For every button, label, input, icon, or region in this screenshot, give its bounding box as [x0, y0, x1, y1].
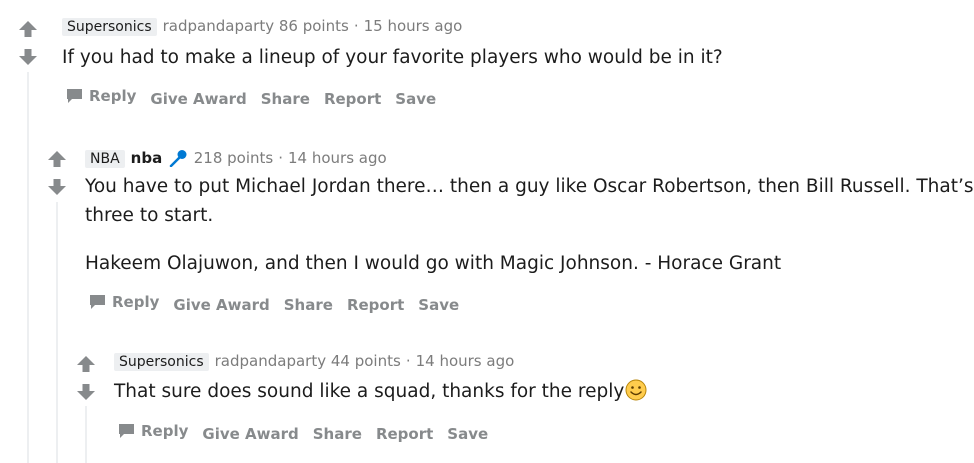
thread-line-level-3[interactable] [85, 406, 87, 463]
give-award-button[interactable]: Give Award [202, 425, 298, 443]
reply-label: Reply [89, 87, 137, 105]
save-button[interactable]: Save [418, 296, 459, 314]
meta-separator: · [405, 352, 411, 370]
comment-meta: Supersonics radpandaparty 44 points · 14 ho… [114, 352, 514, 371]
save-button[interactable]: Save [447, 425, 488, 443]
microphone-icon [169, 150, 187, 168]
timestamp[interactable]: 14 hours ago [288, 149, 387, 167]
author-link[interactable]: nba [131, 149, 163, 167]
report-button[interactable]: Report [324, 90, 381, 108]
user-flair[interactable]: NBA [85, 150, 125, 168]
comment-actions: Reply Give Award Share Report Save [118, 422, 502, 443]
reply-label: Reply [112, 293, 160, 311]
upvote-arrow-icon[interactable] [76, 355, 96, 373]
points-count: 44 points [330, 352, 401, 370]
reply-button[interactable]: Reply [118, 422, 188, 440]
thread-line-level-1[interactable] [27, 72, 29, 463]
upvote-arrow-icon[interactable] [47, 150, 67, 168]
comment-bubble-icon [90, 295, 105, 309]
report-button[interactable]: Report [376, 425, 433, 443]
comment-bubble-icon [67, 89, 82, 103]
share-button[interactable]: Share [313, 425, 362, 443]
downvote-arrow-icon[interactable] [47, 178, 67, 196]
share-button[interactable]: Share [261, 90, 310, 108]
author-link[interactable]: radpandaparty [163, 17, 274, 35]
points-count: 218 points [193, 149, 274, 167]
save-button[interactable]: Save [395, 90, 436, 108]
comment-bubble-icon [119, 424, 134, 438]
meta-separator: · [278, 149, 284, 167]
comment-meta: NBA nba 218 points · 14 hours ago [85, 147, 387, 168]
comment-body-line: three to start. [85, 205, 214, 226]
comment-body: That sure does sound like a squad, thank… [114, 377, 647, 406]
comment-actions: Reply Give Award Share Report Save [89, 293, 473, 314]
user-flair[interactable]: Supersonics [62, 18, 157, 36]
author-link[interactable]: radpandaparty [215, 352, 326, 370]
comment-body-paragraph: Hakeem Olajuwon, and then I would go wit… [85, 253, 782, 274]
meta-separator: · [353, 17, 359, 35]
upvote-arrow-icon[interactable] [18, 20, 38, 38]
timestamp[interactable]: 14 hours ago [416, 352, 515, 370]
give-award-button[interactable]: Give Award [173, 296, 269, 314]
reply-button[interactable]: Reply [66, 87, 136, 105]
timestamp[interactable]: 15 hours ago [364, 17, 463, 35]
give-award-button[interactable]: Give Award [150, 90, 246, 108]
comment-body-line: You have to put Michael Jordan there… th… [85, 176, 974, 197]
report-button[interactable]: Report [347, 296, 404, 314]
comment-meta: Supersonics radpandaparty 86 points · 15 ho… [62, 17, 462, 36]
comment-body: If you had to make a lineup of your favo… [62, 47, 723, 68]
user-flair[interactable]: Supersonics [114, 353, 209, 371]
reply-label: Reply [141, 422, 189, 440]
share-button[interactable]: Share [284, 296, 333, 314]
thread-line-level-2[interactable] [56, 202, 58, 463]
points-count: 86 points [278, 17, 349, 35]
downvote-arrow-icon[interactable] [76, 383, 96, 401]
downvote-arrow-icon[interactable] [18, 48, 38, 66]
comment-actions: Reply Give Award Share Report Save [66, 87, 450, 108]
comment-body-text: That sure does sound like a squad, thank… [114, 381, 625, 402]
reply-button[interactable]: Reply [89, 293, 159, 311]
smiley-face-icon [625, 379, 647, 401]
